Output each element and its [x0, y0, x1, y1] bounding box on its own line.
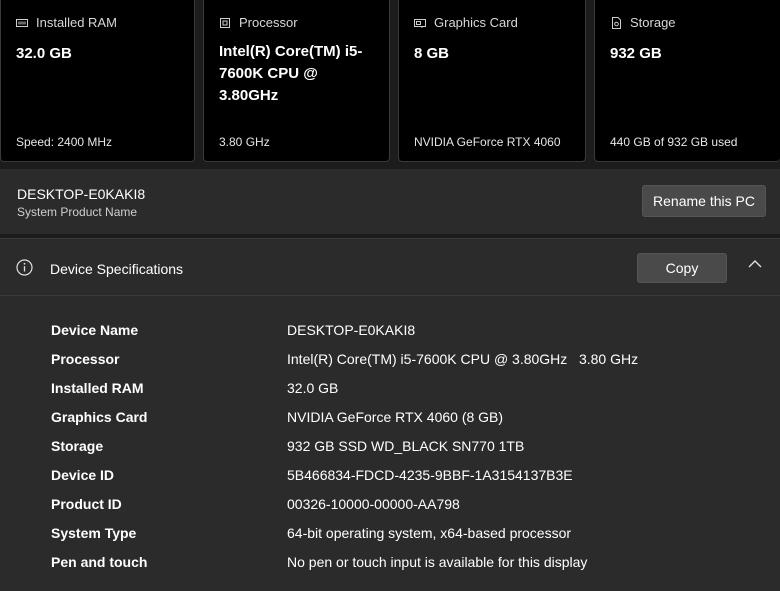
spec-value: 5B466834-FDCD-4235-9BBF-1A3154137B3E: [287, 467, 573, 483]
spec-value: 932 GB SSD WD_BLACK SN770 1TB: [287, 438, 525, 454]
card-header: Storage: [610, 15, 676, 30]
spec-row-product-id: Product ID 00326-10000-00000-AA798: [0, 494, 780, 523]
spec-value: 32.0 GB: [287, 380, 339, 396]
card-value: 932 GB: [610, 45, 662, 62]
spec-label: Device ID: [51, 467, 115, 483]
card-title: Storage: [630, 15, 676, 30]
spec-value: NVIDIA GeForce RTX 4060 (8 GB): [287, 409, 504, 425]
ram-icon: [16, 18, 28, 27]
spec-row-installed-ram: Installed RAM 32.0 GB: [0, 378, 780, 407]
pc-name-section: DESKTOP-E0KAKI8 System Product Name Rena…: [0, 169, 780, 234]
spec-row-graphics-card: Graphics Card NVIDIA GeForce RTX 4060 (8…: [0, 407, 780, 436]
spec-row-pen-and-touch: Pen and touch No pen or touch input is a…: [0, 552, 780, 581]
spec-value: 64-bit operating system, x64-based proce…: [287, 525, 572, 541]
processor-icon: [220, 17, 230, 28]
card-processor[interactable]: Processor Intel(R) Core(TM) i5-7600K CPU…: [203, 0, 390, 162]
card-header: Graphics Card: [414, 15, 518, 30]
spec-row-system-type: System Type 64-bit operating system, x64…: [0, 523, 780, 552]
card-installed-ram[interactable]: Installed RAM 32.0 GB Speed: 2400 MHz: [0, 0, 195, 162]
device-specifications-header[interactable]: Device Specifications Copy: [0, 238, 780, 296]
card-header: Processor: [219, 15, 298, 30]
spec-label: Graphics Card: [51, 409, 148, 425]
spec-value: Intel(R) Core(TM) i5-7600K CPU @ 3.80GHz…: [287, 351, 639, 367]
card-title: Graphics Card: [434, 15, 518, 30]
card-footer: Speed: 2400 MHz: [16, 135, 113, 149]
info-icon: [16, 259, 33, 276]
device-specifications-title: Device Specifications: [50, 261, 184, 277]
card-title: Processor: [239, 15, 298, 30]
spec-label: Storage: [51, 438, 104, 454]
device-specifications-table: Device Name DESKTOP-E0KAKI8 Processor In…: [0, 296, 780, 591]
card-value: Intel(R) Core(TM) i5-7600K CPU @ 3.80GHz: [219, 43, 363, 104]
spec-label: Product ID: [51, 496, 122, 512]
pc-subtitle: System Product Name: [17, 205, 138, 219]
chevron-up-icon[interactable]: [747, 257, 763, 273]
spec-label: System Type: [51, 525, 137, 541]
summary-cards: Installed RAM 32.0 GB Speed: 2400 MHz Pr…: [0, 0, 780, 163]
pc-name: DESKTOP-E0KAKI8: [17, 186, 146, 202]
spec-label: Processor: [51, 351, 120, 367]
rename-pc-button[interactable]: Rename this PC: [642, 185, 766, 217]
spec-label: Pen and touch: [51, 554, 148, 570]
spec-label: Device Name: [51, 322, 139, 338]
spec-row-device-name: Device Name DESKTOP-E0KAKI8: [0, 320, 780, 349]
card-graphics-card[interactable]: Graphics Card 8 GB NVIDIA GeForce RTX 40…: [398, 0, 586, 162]
spec-row-storage: Storage 932 GB SSD WD_BLACK SN770 1TB: [0, 436, 780, 465]
card-footer: 3.80 GHz: [219, 135, 270, 149]
card-header: Installed RAM: [16, 15, 117, 30]
card-footer: 440 GB of 932 GB used: [610, 135, 738, 149]
card-storage[interactable]: Storage 932 GB 440 GB of 932 GB used: [594, 0, 780, 162]
about-page: Installed RAM 32.0 GB Speed: 2400 MHz Pr…: [0, 0, 780, 591]
card-title: Installed RAM: [36, 15, 117, 30]
spec-value: DESKTOP-E0KAKI8: [287, 322, 416, 338]
spec-row-processor: Processor Intel(R) Core(TM) i5-7600K CPU…: [0, 349, 780, 378]
card-value: 8 GB: [414, 45, 450, 62]
spec-value: 00326-10000-00000-AA798: [287, 496, 460, 512]
storage-icon: [612, 16, 621, 29]
card-footer: NVIDIA GeForce RTX 4060: [414, 135, 561, 149]
graphics-card-icon: [414, 18, 426, 28]
spec-label: Installed RAM: [51, 380, 144, 396]
copy-button[interactable]: Copy: [637, 253, 727, 283]
spec-value: No pen or touch input is available for t…: [287, 554, 588, 570]
spec-row-device-id: Device ID 5B466834-FDCD-4235-9BBF-1A3154…: [0, 465, 780, 494]
card-value: 32.0 GB: [16, 45, 72, 62]
